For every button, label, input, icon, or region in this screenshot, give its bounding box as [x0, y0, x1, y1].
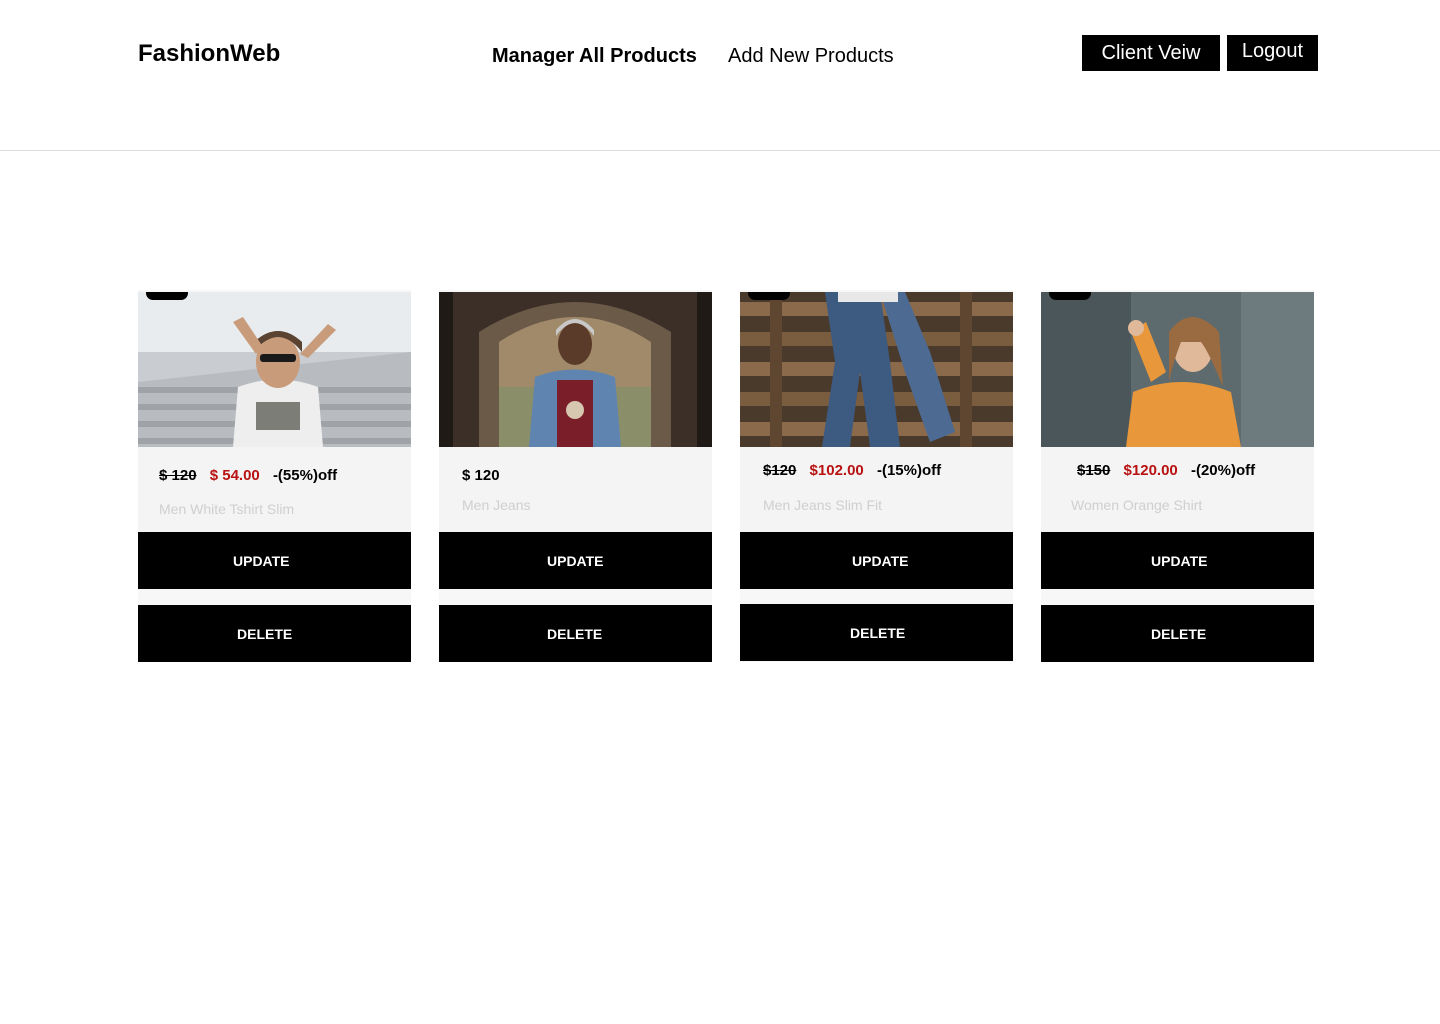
- update-button[interactable]: UPDATE: [439, 532, 712, 589]
- sale-badge: [1049, 292, 1091, 300]
- product-card: $150 $120.00 -(20%)off Women Orange Shir…: [1041, 290, 1314, 662]
- discount-label: -(55%)off: [272, 467, 338, 484]
- product-image[interactable]: [138, 292, 411, 447]
- product-image[interactable]: [1041, 292, 1314, 447]
- sale-badge: [748, 292, 790, 300]
- product-image[interactable]: [439, 292, 712, 447]
- product-info: $ 120 $ 54.00 -(55%)off Men White Tshirt…: [138, 447, 411, 532]
- price-row: $150 $120.00 -(20%)off: [1077, 462, 1264, 479]
- delete-button[interactable]: DELETE: [1041, 605, 1314, 662]
- logout-button[interactable]: Logout: [1227, 35, 1318, 71]
- product-name: Men Jeans Slim Fit: [763, 497, 883, 513]
- product-name: Men White Tshirt Slim: [159, 501, 295, 517]
- delete-button[interactable]: DELETE: [740, 604, 1013, 661]
- price-row: $ 120: [462, 467, 509, 484]
- price-row: $120 $102.00 -(15%)off: [763, 462, 950, 479]
- nav-add-products[interactable]: Add New Products: [728, 45, 894, 68]
- sale-badge: [146, 292, 188, 300]
- product-card: $ 120 Men Jeans UPDATE DELETE: [439, 290, 712, 662]
- old-price: $ 120: [159, 467, 197, 484]
- product-image[interactable]: [740, 292, 1013, 447]
- product-photo: [1041, 292, 1314, 447]
- sale-price: $ 54.00: [209, 467, 260, 484]
- product-info: $ 120 Men Jeans: [439, 447, 712, 532]
- old-price: $150: [1077, 462, 1111, 479]
- delete-button[interactable]: DELETE: [138, 605, 411, 662]
- product-info: $150 $120.00 -(20%)off Women Orange Shir…: [1041, 447, 1314, 532]
- nav-manage-products[interactable]: Manager All Products: [492, 45, 697, 68]
- product-info: $120 $102.00 -(15%)off Men Jeans Slim Fi…: [740, 447, 1013, 532]
- old-price: $120: [763, 462, 797, 479]
- site-logo[interactable]: FashionWeb: [138, 40, 280, 68]
- product-photo: [439, 292, 712, 447]
- product-card: $120 $102.00 -(15%)off Men Jeans Slim Fi…: [740, 290, 1013, 662]
- sale-price: $102.00: [809, 462, 864, 479]
- discount-label: -(15%)off: [876, 462, 942, 479]
- product-name: Men Jeans: [462, 497, 531, 513]
- product-photo: [740, 292, 1013, 447]
- sale-price: $120.00: [1123, 462, 1178, 479]
- update-button[interactable]: UPDATE: [740, 532, 1013, 589]
- discount-label: -(20%)off: [1190, 462, 1256, 479]
- product-card: $ 120 $ 54.00 -(55%)off Men White Tshirt…: [138, 290, 411, 662]
- price-row: $ 120 $ 54.00 -(55%)off: [159, 467, 346, 484]
- product-name: Women Orange Shirt: [1071, 497, 1203, 513]
- update-button[interactable]: UPDATE: [1041, 532, 1314, 589]
- delete-button[interactable]: DELETE: [439, 605, 712, 662]
- update-button[interactable]: UPDATE: [138, 532, 411, 589]
- product-photo: [138, 292, 411, 447]
- client-view-button[interactable]: Client Veiw: [1082, 35, 1220, 71]
- top-header: FashionWeb Manager All Products Add New …: [0, 0, 1440, 151]
- product-price: $ 120: [462, 467, 500, 484]
